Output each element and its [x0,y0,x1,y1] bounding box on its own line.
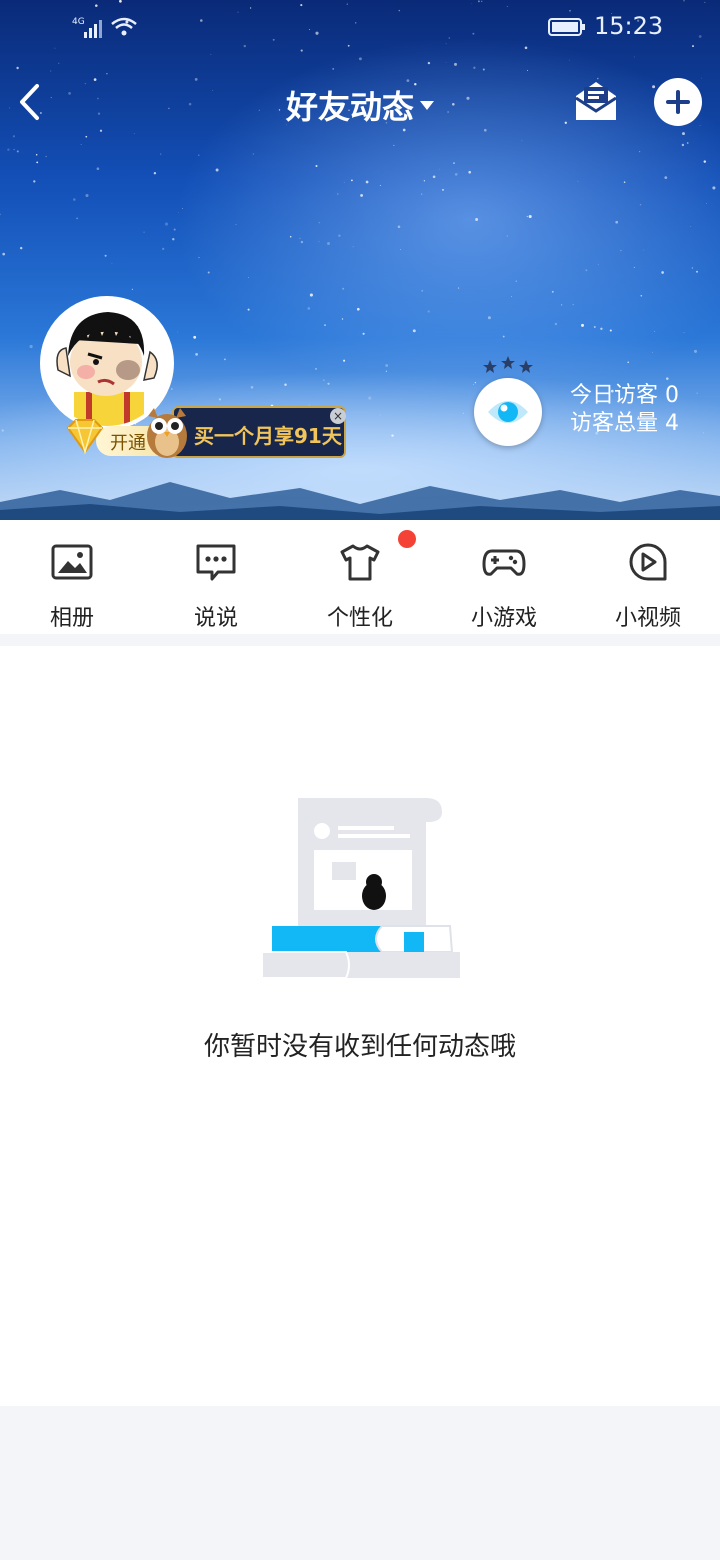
diamond-icon [66,419,104,454]
photo-album-icon [51,544,93,580]
messages-icon[interactable] [572,78,620,124]
gamepad-icon [482,549,526,576]
menu-label: 说说 [193,606,238,631]
vip-offer-ad[interactable]: 买一个月享91天 [172,406,346,458]
total-visitors: 访客总量 4 [570,411,679,436]
network-type: 4G [72,17,85,27]
sparkle-stars-icon [483,356,533,373]
vip-promo-banner[interactable]: 开通 买一个月享91天 × [62,406,346,458]
close-icon[interactable]: × [330,408,346,424]
page-title: 好友动态 [285,88,414,126]
feed-list: 你暂时没有收到任何动态哦 [0,646,720,1406]
add-post-button[interactable] [654,78,702,126]
notification-badge [398,530,416,548]
menu-label: 个性化 [326,606,393,631]
empty-feed-illustration [261,798,460,979]
bottom-background [0,1406,720,1560]
visitor-stats[interactable]: 今日访客 0 访客总量 4 [570,382,679,438]
signal-wifi-icon: 4G [72,17,137,38]
eye-icon [488,401,528,423]
menu-label: 小视频 [614,606,681,631]
chat-bubble-icon [196,544,236,581]
profile-cover: 4G 15:23 好友动态 开通 买一个月享91天 × 今日访客 0 访客总量 … [0,0,720,520]
menu-item-moments[interactable]: 说说 [144,520,288,634]
divider [0,634,720,646]
menu-label: 相册 [49,606,94,631]
menu-label: 小游戏 [470,606,537,631]
caret-down-icon [420,100,434,110]
empty-state-message: 你暂时没有收到任何动态哦 [203,1032,516,1062]
menu-item-short-video[interactable]: 小视频 [576,520,720,634]
menu-item-games[interactable]: 小游戏 [432,520,576,634]
menu-item-album[interactable]: 相册 [0,520,144,634]
status-bar: 4G 15:23 [0,0,720,56]
play-video-icon [629,543,667,581]
tshirt-icon [340,544,380,581]
vip-offer-text: 买一个月享91天 [194,424,342,448]
battery-icon [548,18,585,36]
visitor-button[interactable] [474,378,542,446]
today-visitors: 今日访客 0 [570,383,679,408]
quick-menu: 相册 说说 个性化 小游戏 小视频 [0,520,720,634]
owl-mascot-icon [147,408,187,458]
mountain-silhouette [0,482,720,520]
clock: 15:23 [594,12,664,40]
